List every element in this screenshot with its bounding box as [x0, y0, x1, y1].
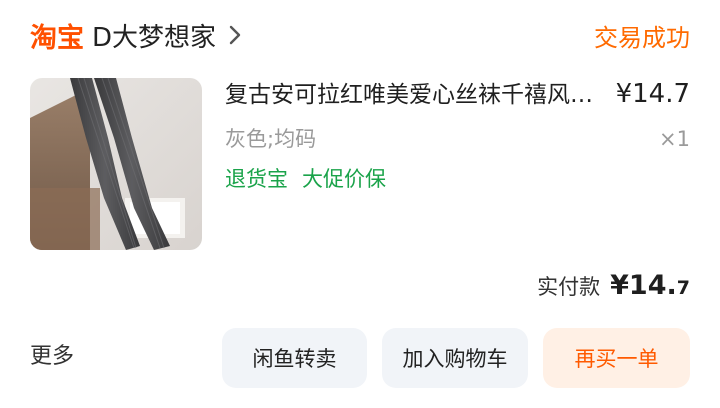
more-button[interactable]: 更多	[30, 342, 74, 372]
add-to-cart-button[interactable]: 加入购物车	[382, 328, 528, 388]
tag-price-protection[interactable]: 大促价保	[302, 164, 386, 194]
item-quantity: ×1	[659, 127, 690, 151]
paid-amount: ¥14.7	[610, 270, 690, 301]
product-thumbnail[interactable]	[30, 78, 202, 250]
shop-name[interactable]: D大梦想家	[92, 17, 216, 54]
shop-link[interactable]: 淘宝 D大梦想家	[30, 16, 242, 55]
paid-amount-main: ¥14.	[610, 270, 677, 301]
payment-summary: 实付款 ¥14.7	[537, 270, 690, 301]
item-price: ¥14.7	[615, 79, 690, 109]
chevron-right-icon[interactable]	[228, 24, 242, 46]
taobao-brand: 淘宝	[30, 22, 84, 54]
service-tags: 退货宝 大促价保	[225, 164, 386, 194]
paid-label: 实付款	[537, 275, 601, 299]
paid-amount-cents: 7	[676, 277, 690, 299]
product-spec: 灰色;均码	[225, 127, 317, 151]
product-title[interactable]: 复古安可拉红唯美爱心丝袜千禧风透明薄款黑丝袜子	[225, 78, 595, 112]
order-header: 淘宝 D大梦想家 交易成功	[30, 14, 690, 56]
resell-xianyu-button[interactable]: 闲鱼转卖	[222, 328, 367, 388]
tag-return-insurance[interactable]: 退货宝	[225, 164, 288, 194]
buy-again-button[interactable]: 再买一单	[543, 328, 690, 388]
order-status: 交易成功	[594, 23, 690, 52]
